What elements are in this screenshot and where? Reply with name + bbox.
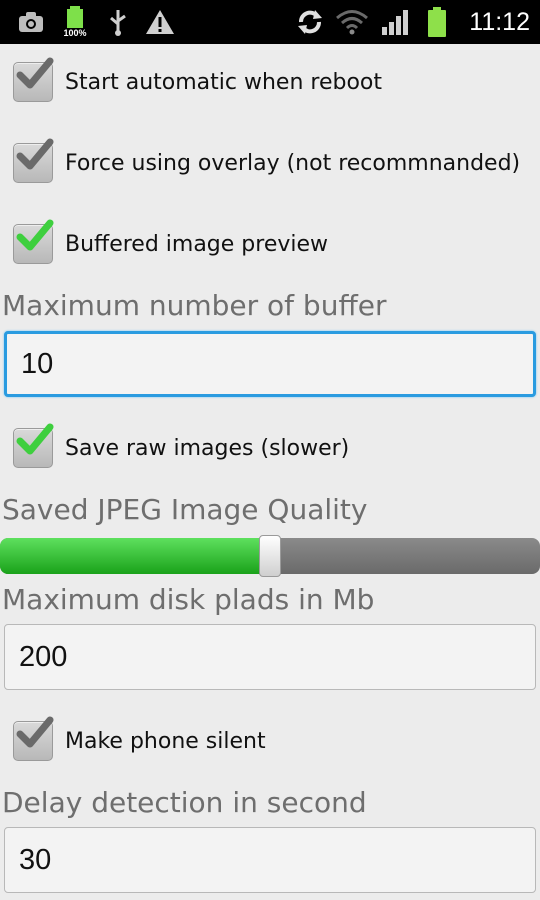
battery-charging-icon: 100%: [58, 0, 92, 44]
save-raw-label: Save raw images (slower): [65, 435, 350, 461]
wifi-icon: [334, 0, 370, 44]
force-overlay-label: Force using overlay (not recommnanded): [65, 150, 521, 176]
setting-buffered-preview[interactable]: Buffered image preview: [0, 214, 540, 274]
jpeg-quality-label: Saved JPEG Image Quality: [2, 493, 368, 526]
battery-percent: 100%: [63, 28, 87, 38]
usb-icon: [104, 0, 132, 44]
force-overlay-checkbox[interactable]: [13, 138, 54, 183]
start-automatic-label: Start automatic when reboot: [65, 69, 383, 95]
delay-detection-field[interactable]: [4, 827, 536, 893]
battery-icon: [424, 0, 450, 44]
setting-save-raw[interactable]: Save raw images (slower): [0, 418, 540, 478]
start-automatic-checkbox[interactable]: [13, 57, 54, 102]
slider-thumb[interactable]: [259, 535, 281, 577]
jpeg-quality-slider[interactable]: [0, 535, 540, 577]
slider-fill: [0, 538, 270, 574]
setting-force-overlay[interactable]: Force using overlay (not recommnanded): [0, 133, 540, 193]
checkmark-icon: [16, 716, 54, 748]
delay-detection-input[interactable]: [5, 828, 535, 892]
max-disk-label: Maximum disk plads in Mb: [2, 583, 375, 616]
signal-icon: [380, 0, 412, 44]
sync-icon: [293, 0, 327, 44]
buffered-preview-label: Buffered image preview: [65, 231, 329, 257]
delay-detection-label: Delay detection in second: [2, 786, 367, 819]
setting-start-automatic[interactable]: Start automatic when reboot: [0, 52, 540, 112]
phone-silent-label: Make phone silent: [65, 728, 266, 754]
setting-phone-silent[interactable]: Make phone silent: [0, 711, 540, 771]
checkmark-icon: [16, 219, 54, 251]
checkmark-icon: [16, 138, 54, 170]
max-buffer-field[interactable]: [4, 331, 536, 397]
status-bar: 100% 11:12: [0, 0, 540, 44]
camera-icon: [16, 0, 46, 44]
max-disk-input[interactable]: [5, 625, 535, 689]
warning-icon: [143, 0, 177, 44]
max-buffer-input[interactable]: [7, 334, 533, 394]
buffered-preview-checkbox[interactable]: [13, 219, 54, 264]
phone-silent-checkbox[interactable]: [13, 716, 54, 761]
checkmark-icon: [16, 423, 54, 455]
save-raw-checkbox[interactable]: [13, 423, 54, 468]
status-clock: 11:12: [469, 8, 530, 36]
max-disk-field[interactable]: [4, 624, 536, 690]
checkmark-icon: [16, 57, 54, 89]
max-buffer-label: Maximum number of buffer: [2, 289, 387, 322]
